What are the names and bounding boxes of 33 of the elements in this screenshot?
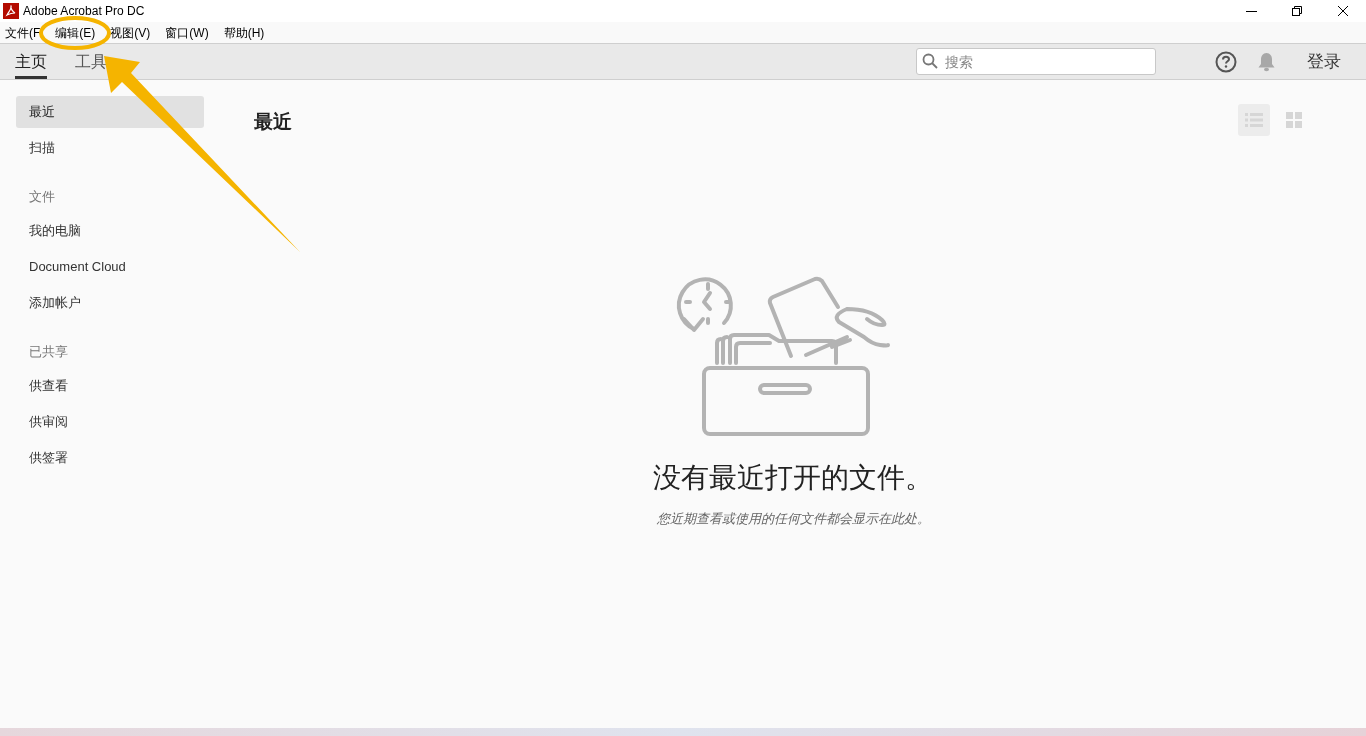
grid-view-icon — [1286, 112, 1302, 128]
sidebar-item[interactable]: 扫描 — [16, 132, 204, 164]
minimize-icon — [1245, 10, 1257, 12]
sidebar-item[interactable]: Document Cloud — [16, 251, 204, 283]
menu-item[interactable]: 帮助(H) — [221, 23, 267, 42]
close-icon — [1338, 6, 1348, 16]
menu-item[interactable]: 编辑(E) — [53, 23, 98, 42]
sidebar-item[interactable]: 最近 — [16, 96, 204, 128]
sidebar-item[interactable]: 供查看 — [16, 370, 204, 402]
sidebar-heading: 已共享 — [28, 343, 69, 362]
empty-state-hint: 您近期查看或使用的任何文件都会显示在此处。 — [656, 509, 930, 528]
app-logo-icon — [3, 3, 19, 19]
menu-item[interactable]: 窗口(W) — [163, 23, 211, 42]
sidebar-item[interactable]: 供签署 — [16, 442, 204, 474]
bell-icon[interactable] — [1257, 51, 1276, 72]
sidebar-item[interactable]: 添加帐户 — [16, 287, 204, 319]
search-field[interactable]: 搜索 — [916, 48, 1156, 75]
search-icon — [922, 53, 938, 69]
help-icon[interactable] — [1215, 50, 1237, 73]
sidebar-item[interactable]: 我的电脑 — [16, 215, 204, 247]
menu-item[interactable]: 视图(V) — [108, 23, 153, 42]
view-toggle[interactable] — [1238, 104, 1270, 136]
tab[interactable]: 工具 — [75, 44, 107, 79]
sign-in-button[interactable]: 登录 — [1307, 48, 1341, 75]
menu-item[interactable]: 文件(F — [3, 23, 43, 42]
section-heading: 最近 — [254, 110, 292, 134]
sidebar-item[interactable]: 供审阅 — [16, 406, 204, 438]
highlight-ellipse — [39, 16, 111, 50]
restore-icon — [1292, 6, 1302, 16]
empty-state-title: 没有最近打开的文件。 — [653, 460, 933, 495]
window-title: Adobe Acrobat Pro DC — [23, 3, 145, 20]
sidebar-heading: 文件 — [28, 188, 56, 207]
tab[interactable]: 主页 — [15, 44, 47, 79]
